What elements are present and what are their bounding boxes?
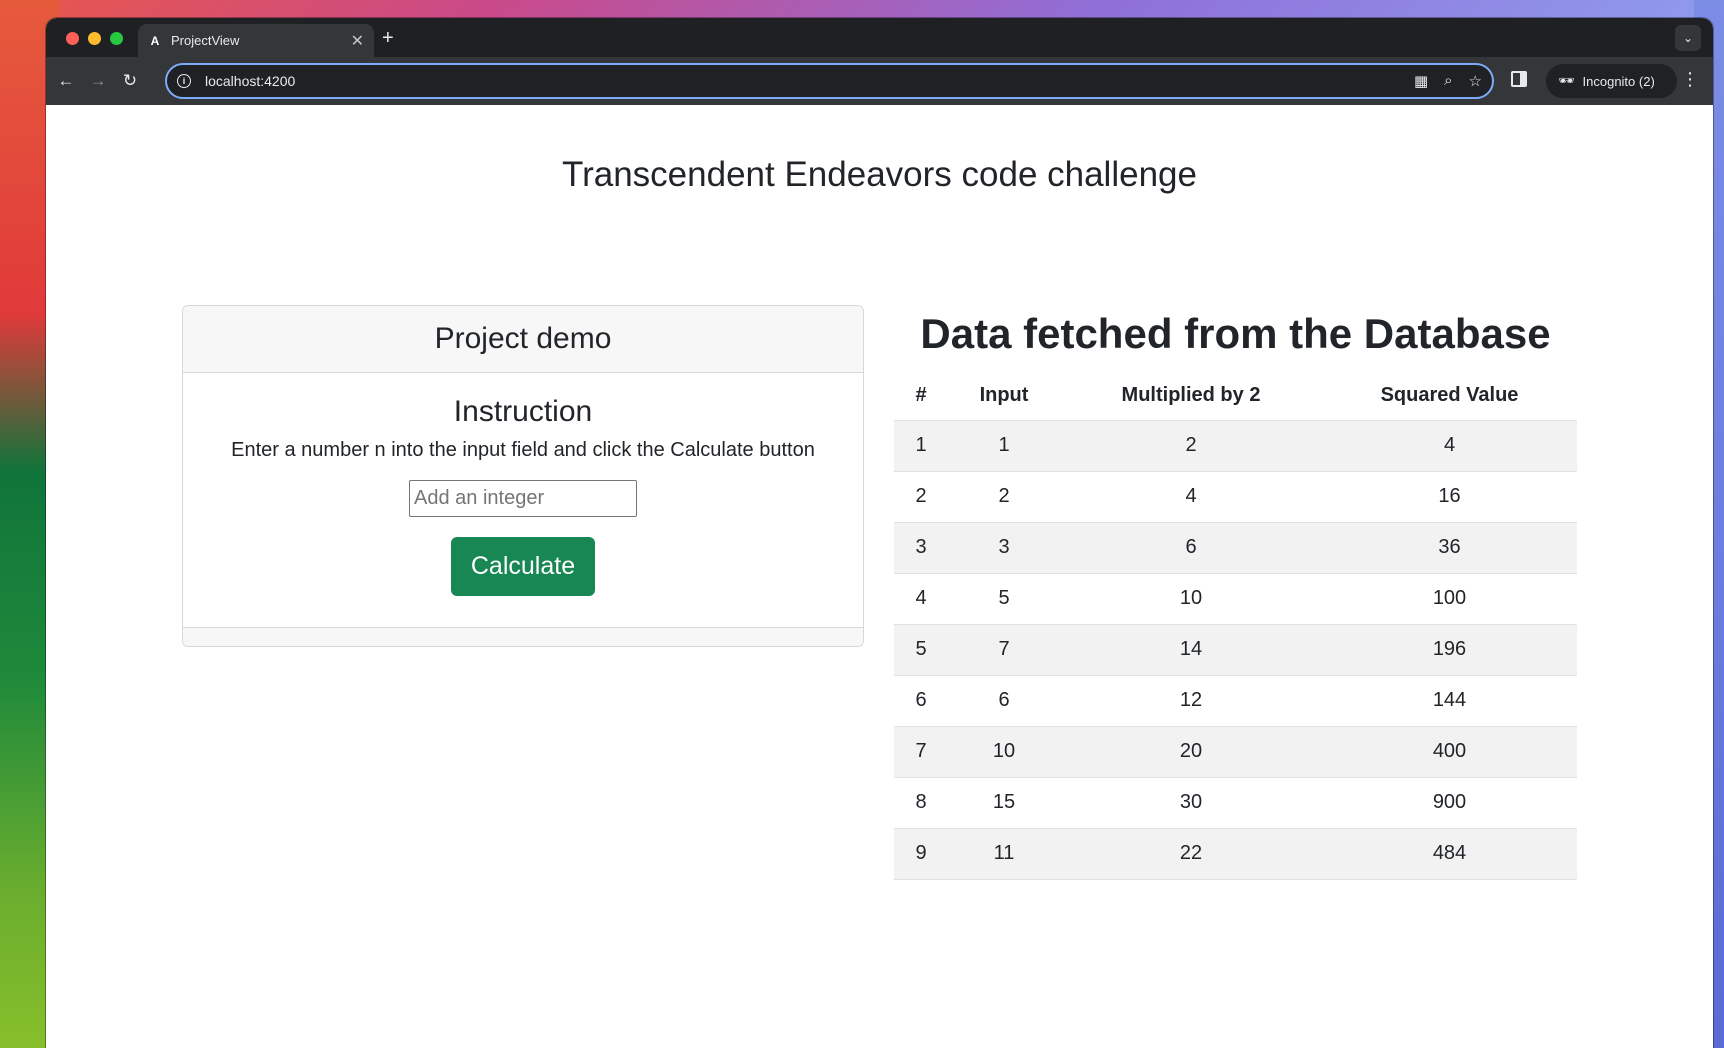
table-cell: 10	[1060, 573, 1322, 625]
bookmark-star-icon[interactable]: ☆	[1469, 72, 1482, 90]
table-cell: 6	[894, 675, 948, 727]
card-header: Project demo	[183, 306, 863, 373]
maximize-window-button[interactable]	[110, 32, 123, 45]
tab-search-button[interactable]: ⌄	[1675, 25, 1701, 51]
table-cell: 4	[1060, 471, 1322, 523]
window-controls	[66, 32, 123, 45]
incognito-button[interactable]: 🕶 Incognito (2)	[1546, 64, 1677, 98]
integer-input[interactable]	[409, 480, 637, 517]
table-cell: 6	[1060, 522, 1322, 574]
table-cell: 1	[948, 420, 1060, 472]
table-cell: 196	[1322, 624, 1577, 676]
table-row: 8 15 30 900	[894, 777, 1577, 829]
table-cell: 144	[1322, 675, 1577, 727]
tab-projectview[interactable]: A ProjectView ✕	[138, 24, 374, 57]
table-cell: 6	[948, 675, 1060, 727]
table-row: 4 5 10 100	[894, 573, 1577, 625]
card-body: Instruction Enter a number n into the in…	[183, 373, 863, 627]
browser-toolbar: ← → ↻ i localhost:4200 ▦ ⌕ ☆ 🕶 Incognito…	[46, 57, 1713, 105]
close-window-button[interactable]	[66, 32, 79, 45]
table-cell: 12	[1060, 675, 1322, 727]
table-cell: 8	[894, 777, 948, 829]
side-panel-icon[interactable]	[1511, 71, 1527, 87]
table-cell: 9	[894, 828, 948, 880]
forward-arrow-icon[interactable]: →	[86, 69, 110, 93]
table-cell: 7	[894, 726, 948, 778]
table-cell: 20	[1060, 726, 1322, 778]
table-cell: 2	[1060, 420, 1322, 472]
reload-icon[interactable]: ↻	[118, 69, 142, 93]
table-row: 3 3 6 36	[894, 522, 1577, 574]
tab-close-icon[interactable]: ✕	[351, 31, 364, 51]
table-row: 9 11 22 484	[894, 828, 1577, 880]
table-cell: 14	[1060, 624, 1322, 676]
tab-title: ProjectView	[171, 33, 240, 48]
table-cell: 5	[948, 573, 1060, 625]
page-title: Transcendent Endeavors code challenge	[562, 155, 1197, 194]
table-cell: 5	[894, 624, 948, 676]
table-cell: 10	[948, 726, 1060, 778]
address-bar[interactable]: i localhost:4200 ▦ ⌕ ☆	[165, 63, 1494, 99]
incognito-icon: 🕶	[1558, 73, 1575, 88]
tab-strip: A ProjectView ✕ + ⌄	[46, 18, 1713, 57]
column-header: #	[894, 372, 948, 421]
table-cell: 30	[1060, 777, 1322, 829]
zoom-icon[interactable]: ⌕	[1444, 72, 1452, 90]
table-header-row: # Input Multiplied by 2 Squared Value	[894, 372, 1577, 421]
table-cell: 16	[1322, 471, 1577, 523]
table-cell: 4	[894, 573, 948, 625]
table-row: 7 10 20 400	[894, 726, 1577, 778]
url-text[interactable]: localhost:4200	[205, 73, 1414, 89]
table-cell: 2	[894, 471, 948, 523]
table-cell: 11	[948, 828, 1060, 880]
table-cell: 36	[1322, 522, 1577, 574]
table-cell: 400	[1322, 726, 1577, 778]
back-arrow-icon[interactable]: ←	[54, 69, 78, 93]
site-info-icon[interactable]: i	[177, 74, 191, 88]
more-menu-icon[interactable]: ⋮	[1681, 69, 1699, 90]
minimize-window-button[interactable]	[88, 32, 101, 45]
table-cell: 1	[894, 420, 948, 472]
database-title: Data fetched from the Database	[920, 310, 1551, 357]
angular-favicon-icon: A	[150, 33, 160, 48]
table-cell: 22	[1060, 828, 1322, 880]
table-cell: 3	[948, 522, 1060, 574]
column-header: Input	[948, 372, 1060, 421]
calculate-button[interactable]: Calculate	[451, 537, 595, 596]
table-cell: 100	[1322, 573, 1577, 625]
incognito-label: Incognito (2)	[1582, 73, 1655, 89]
table-cell: 484	[1322, 828, 1577, 880]
qr-code-icon[interactable]: ▦	[1414, 72, 1428, 90]
table-cell: 15	[948, 777, 1060, 829]
database-table: # Input Multiplied by 2 Squared Value 11…	[894, 372, 1577, 880]
table-row: 6 6 12 144	[894, 675, 1577, 727]
table-cell: 3	[894, 522, 948, 574]
instruction-heading: Instruction	[453, 395, 593, 428]
column-header: Squared Value	[1322, 372, 1577, 421]
table-cell: 900	[1322, 777, 1577, 829]
table-row: 5 7 14 196	[894, 624, 1577, 676]
browser-window: A ProjectView ✕ + ⌄ ← → ↻ i localhost:42…	[46, 18, 1713, 1048]
table-cell: 4	[1322, 420, 1577, 472]
instruction-text: Enter a number n into the input field an…	[231, 439, 815, 461]
column-header: Multiplied by 2	[1060, 372, 1322, 421]
project-demo-card: Project demo Instruction Enter a number …	[182, 305, 864, 647]
new-tab-button[interactable]: +	[382, 26, 394, 50]
page-content: Transcendent Endeavors code challenge Pr…	[46, 105, 1713, 1048]
table-cell: 7	[948, 624, 1060, 676]
table-row: 2 2 4 16	[894, 471, 1577, 523]
card-footer	[183, 627, 863, 646]
table-cell: 2	[948, 471, 1060, 523]
table-row: 1124	[894, 420, 1577, 472]
